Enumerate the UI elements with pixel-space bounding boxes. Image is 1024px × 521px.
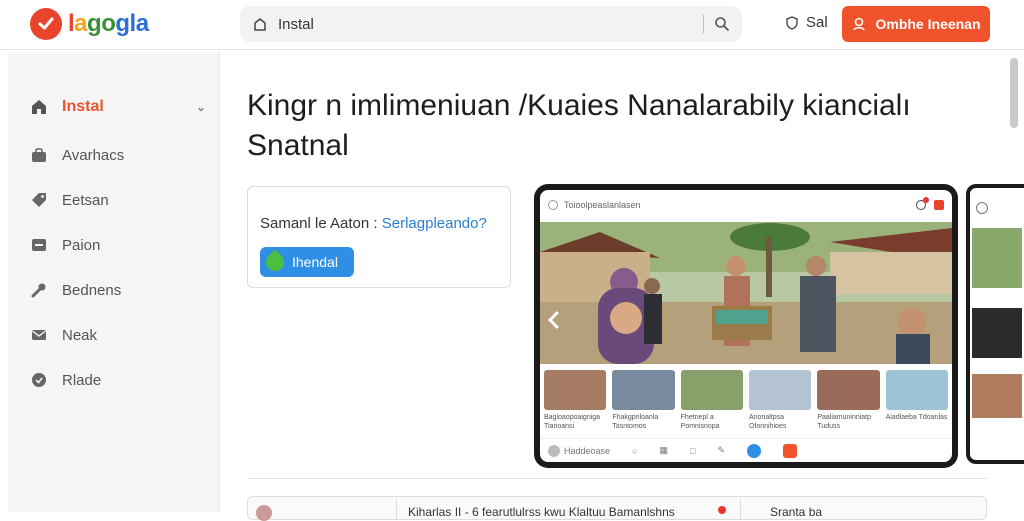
square-icon[interactable]: □ — [690, 446, 695, 456]
pen-icon[interactable]: ✎ — [717, 445, 725, 456]
thumbnail-image — [972, 308, 1022, 358]
thumbnail-row: Bagloaopoaigniga Tianoansi Fhakgpriloanl… — [540, 370, 952, 438]
wrench-icon — [31, 283, 46, 298]
tablet-top-label: Toioolpeaslanlasen — [564, 200, 641, 210]
check-badge-icon — [30, 8, 62, 40]
card-question-link[interactable]: Serlagpleando? — [382, 215, 487, 232]
sidebar-item-label: Instal — [62, 98, 104, 115]
tablet-preview-secondary — [966, 184, 1024, 464]
thumbnail-image — [972, 374, 1022, 418]
info-icon[interactable] — [746, 443, 761, 458]
card-action-button[interactable]: Ihendal — [260, 247, 354, 277]
circle-icon — [548, 200, 558, 210]
circle-icon — [976, 202, 988, 214]
sidebar-item-paion[interactable]: Paion — [30, 236, 206, 254]
sidebar-item-label: Neak — [62, 326, 98, 344]
tablet-secondary-screen — [970, 188, 1024, 460]
thumbnail-card[interactable]: Fhetnepl a Pomnisnopa — [680, 370, 743, 438]
divider — [396, 499, 397, 519]
status-dot-icon — [718, 506, 726, 514]
search-bar[interactable] — [240, 6, 742, 42]
hero-photo — [540, 222, 952, 364]
list-icon — [32, 239, 46, 251]
card-question: Samanl le Aaton : Serlagpleando? — [260, 215, 487, 232]
sidebar-item-label: Rlade — [62, 371, 102, 389]
thumbnail-image — [972, 228, 1022, 288]
avatar — [548, 444, 560, 457]
divider — [740, 499, 741, 519]
shield-icon — [786, 15, 798, 30]
primary-cta-button[interactable]: Ombhe Ineenan — [842, 6, 990, 42]
sidebar-item-label: Bednens — [62, 281, 122, 299]
scrollbar-thumb[interactable] — [1010, 58, 1018, 128]
page-title-line-2: Snatnal — [247, 129, 349, 162]
cta-label: Ombhe Ineenan — [875, 16, 981, 32]
tablet-top-bar: Toioolpeaslanlasen — [540, 190, 952, 220]
card-button-label: Ihendal — [292, 254, 338, 270]
thumbnail-card[interactable]: Fhakgpriloanla Tasntomos — [612, 370, 675, 438]
search-icon[interactable] — [714, 16, 730, 32]
prompt-card: Samanl le Aaton : Serlagpleando? Ihendal — [247, 186, 511, 288]
mail-icon — [32, 330, 46, 340]
search-icon[interactable]: ○ — [632, 446, 637, 456]
alert-icon[interactable] — [782, 443, 797, 458]
user-menu[interactable]: Sal — [784, 14, 828, 31]
sidebar-item-label: Paion — [62, 236, 101, 254]
top-bar: lagogla Sal Ombhe Ineenan — [0, 0, 1024, 50]
section-divider — [247, 478, 987, 479]
home-outline-icon — [254, 18, 266, 31]
tablet-bottom-bar: Haddeoase ○ ▦ □ ✎ — [540, 438, 952, 462]
sidebar-item-avarhacs[interactable]: Avarhacs — [30, 146, 206, 164]
badge-icon — [32, 373, 46, 387]
card-question-text: Samanl le Aaton : — [260, 215, 378, 232]
brand-logo[interactable]: lagogla — [30, 8, 149, 40]
sidebar-item-rlade[interactable]: Rlade — [30, 371, 206, 389]
sidebar-item-neak[interactable]: Neak — [30, 326, 206, 344]
leaf-icon — [262, 249, 288, 275]
thumbnail-card[interactable]: Aiadlaeba Tdoanlas — [885, 370, 948, 438]
brand-wordmark: lagogla — [68, 10, 149, 37]
sidebar-item-label: Avarhacs — [62, 146, 125, 164]
sidebar-item-eetsan[interactable]: Eetsan — [30, 191, 206, 209]
sidebar-item-label: Eetsan — [62, 191, 109, 209]
tablet-search-label: Haddeoase — [564, 445, 611, 456]
bag-icon — [32, 148, 46, 162]
user-label: Sal — [806, 14, 828, 31]
thumbnail-card[interactable]: Paaliamuninniatp Tuduss — [817, 370, 880, 438]
result-subtitle: Sranta ba — [770, 505, 823, 519]
tablet-screen: Toioolpeaslanlasen Bagloaopoaigniga Tian… — [540, 190, 952, 462]
user-icon — [853, 17, 866, 31]
result-title: Kiharlas II - 6 fearutlulrss kwu Klaltuu… — [408, 505, 675, 519]
bottom-result-strip[interactable]: Kiharlas II - 6 fearutlulrss kwu Klaltuu… — [247, 496, 987, 521]
tag-icon — [32, 193, 46, 207]
tablet-search[interactable]: Haddeoase — [548, 444, 611, 457]
search-divider — [703, 15, 704, 33]
thumbnail-card[interactable]: Anonaltpsa Ofonnihioes — [748, 370, 812, 438]
page-title-line-1: Kingr n imlimeniuan /Kuaies Nanalarabily… — [247, 89, 911, 122]
grid-icon[interactable]: ▦ — [659, 445, 668, 456]
page-title: Kingr n imlimeniuan /Kuaies Nanalarabily… — [247, 86, 967, 166]
sidebar-item-instal[interactable]: Instal ⌄ — [30, 98, 206, 116]
home-icon — [32, 100, 46, 114]
avatar — [256, 505, 272, 521]
thumbnail-card[interactable]: Bagloaopoaigniga Tianoansi — [544, 370, 607, 438]
sidebar: Instal ⌄ Avarhacs Eetsan Paion Bednens N… — [8, 52, 220, 512]
share-icon[interactable] — [934, 200, 944, 210]
sidebar-item-bednens[interactable]: Bednens — [30, 281, 206, 299]
notification-icon[interactable] — [916, 197, 929, 210]
search-input[interactable] — [278, 15, 693, 33]
chevron-down-icon[interactable]: ⌄ — [196, 100, 206, 114]
tablet-preview: Toioolpeaslanlasen Bagloaopoaigniga Tian… — [534, 184, 958, 468]
